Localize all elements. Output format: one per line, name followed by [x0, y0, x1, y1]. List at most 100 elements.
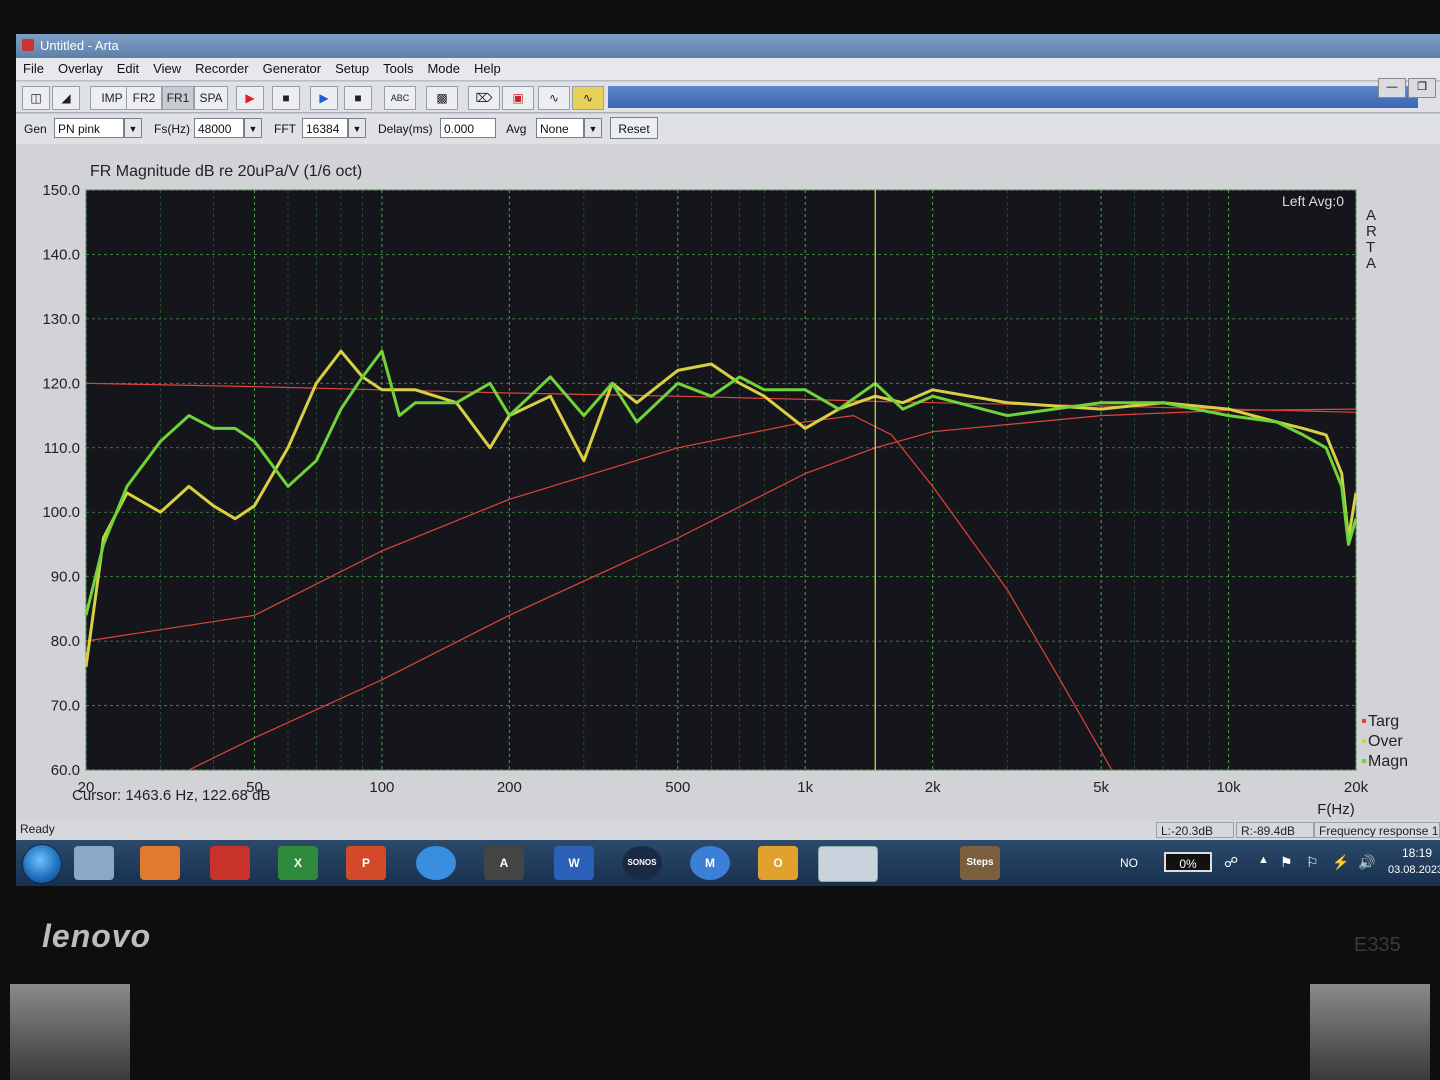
lightning-icon[interactable]: [890, 846, 930, 880]
fr1-mode-button[interactable]: FR1: [162, 86, 194, 110]
word-icon[interactable]: W: [554, 846, 594, 880]
taskbar: X P A W SONOS M O Steps NO 0% ☍ ▲ ⚑ ⚐ ⚡ …: [16, 840, 1440, 886]
m-app-icon[interactable]: M: [690, 846, 730, 880]
steps-icon[interactable]: Steps: [960, 846, 1000, 880]
waveform-icon[interactable]: ∿: [538, 86, 570, 110]
channel-info: Left Avg:0: [1282, 193, 1344, 209]
legend-swatch: [1362, 719, 1366, 723]
y-tick-label: 100.0: [42, 504, 80, 521]
menu-setup[interactable]: Setup: [328, 58, 376, 79]
fr-chart[interactable]: 60.0 70.0 80.0 90.0 100.0 110.0 120.0 130.0 140.…: [16, 144, 1440, 820]
menu-overlay[interactable]: Overlay: [51, 58, 110, 79]
x-tick-label: 100: [369, 779, 394, 796]
excel-icon[interactable]: X: [278, 846, 318, 880]
language-indicator[interactable]: NO: [1120, 856, 1138, 886]
powerpoint-icon[interactable]: P: [346, 846, 386, 880]
app-icon: [22, 39, 34, 51]
power-icon[interactable]: ⚡: [1332, 854, 1349, 886]
status-bar: Ready L:-20.3dB R:-89.4dB Frequency resp…: [16, 820, 1440, 840]
legend-label-over: Over: [1368, 733, 1403, 750]
avg-select[interactable]: None: [536, 118, 584, 138]
fs-dropdown-icon[interactable]: ▼: [244, 118, 262, 138]
flag-icon[interactable]: ⚐: [1306, 854, 1319, 886]
status-right-level: R:-89.4dB: [1236, 822, 1314, 838]
record-icon[interactable]: ▶: [236, 86, 264, 110]
save-icon[interactable]: ◢: [52, 86, 80, 110]
toolbar-strip: [608, 86, 1418, 108]
red-app-icon[interactable]: [210, 846, 250, 880]
legend-label-targ: Targ: [1368, 713, 1399, 730]
volume-icon[interactable]: 🔊: [1358, 854, 1375, 886]
minimize-icon[interactable]: —: [1378, 78, 1406, 98]
play-icon[interactable]: ▶: [310, 86, 338, 110]
oscilloscope-icon[interactable]: ∿: [572, 86, 604, 110]
status-left-level: L:-20.3dB: [1156, 822, 1234, 838]
y-tick-label: 60.0: [51, 762, 80, 779]
screen: Untitled - Arta File Overlay Edit View Recor…: [16, 34, 1440, 886]
fft-select[interactable]: 16384: [302, 118, 348, 138]
menu-mode[interactable]: Mode: [420, 58, 467, 79]
y-tick-label: 140.0: [42, 246, 80, 263]
generator-bar: Gen PN pink ▼ Fs(Hz) 48000 ▼ FFT 16384 ▼…: [16, 114, 1440, 144]
scale-icon[interactable]: ▩: [426, 86, 458, 110]
legend-label-magn: Magn: [1368, 753, 1408, 770]
spa-mode-button[interactable]: SPA: [194, 86, 228, 110]
arta-icon[interactable]: A: [484, 846, 524, 880]
start-icon[interactable]: [22, 844, 62, 884]
clock-date[interactable]: 03.08.2023: [1388, 864, 1440, 886]
y-tick-label: 110.0: [44, 440, 80, 457]
audio-player-icon[interactable]: [416, 846, 456, 880]
network-icon[interactable]: ☍: [1224, 854, 1238, 886]
menu-edit[interactable]: Edit: [110, 58, 146, 79]
y-tick-label: 150.0: [42, 182, 80, 199]
arta-record-icon[interactable]: [818, 846, 878, 882]
abc-icon[interactable]: ABC: [384, 86, 416, 110]
side-label-letter: A: [1366, 255, 1376, 272]
x-tick-label: 5k: [1093, 779, 1109, 796]
side-label-letter: A: [1366, 207, 1376, 224]
menu-help[interactable]: Help: [467, 58, 508, 79]
y-tick-label: 120.0: [42, 375, 80, 392]
avg-label: Avg: [506, 122, 527, 136]
toolbar: ◫ ◢ IMP FR2 FR1 SPA ▶ ■ ▶ ■ ABC ▩ ⌦ ▣ ∿ …: [16, 82, 1440, 113]
y-tick-label: 70.0: [51, 698, 80, 715]
stop-icon[interactable]: ■: [344, 86, 372, 110]
restore-icon[interactable]: ❐: [1408, 78, 1436, 98]
avg-dropdown-icon[interactable]: ▼: [584, 118, 602, 138]
explorer-icon[interactable]: [74, 846, 114, 880]
fs-label: Fs(Hz): [154, 122, 190, 136]
right-hinge: [1310, 984, 1430, 1080]
fr2-mode-button[interactable]: FR2: [126, 86, 162, 110]
menu-tools[interactable]: Tools: [376, 58, 420, 79]
open-icon[interactable]: ◫: [22, 86, 50, 110]
gen-dropdown-icon[interactable]: ▼: [124, 118, 142, 138]
laptop-model-label: E335: [1354, 934, 1401, 956]
gen-select[interactable]: PN pink: [54, 118, 124, 138]
menu-view[interactable]: View: [146, 58, 188, 79]
gen-label: Gen: [24, 122, 47, 136]
y-tick-label: 90.0: [51, 569, 80, 586]
cursor-label: Cursor: 1463.6 Hz, 122.68 dB: [72, 787, 270, 804]
window-controls: — ❐: [1378, 78, 1436, 98]
y-tick-label: 130.0: [42, 311, 80, 328]
stop-record-icon[interactable]: ■: [272, 86, 300, 110]
graph-window: 60.0 70.0 80.0 90.0 100.0 110.0 120.0 130.0 140.…: [16, 144, 1440, 820]
reset-button[interactable]: Reset: [610, 117, 658, 139]
fs-select[interactable]: 48000: [194, 118, 244, 138]
spectrum-icon[interactable]: ▣: [502, 86, 534, 110]
x-tick-label: 200: [497, 779, 522, 796]
media-player-icon[interactable]: [140, 846, 180, 880]
delay-field[interactable]: 0.000: [440, 118, 496, 138]
plot-area: [85, 189, 1357, 771]
action-center-icon[interactable]: ⚑: [1280, 854, 1293, 886]
menu-generator[interactable]: Generator: [256, 58, 329, 79]
battery-icon[interactable]: 0%: [1164, 852, 1212, 872]
window-title: Untitled - Arta: [40, 38, 119, 53]
menu-recorder[interactable]: Recorder: [188, 58, 255, 79]
menu-file[interactable]: File: [16, 58, 51, 79]
fft-dropdown-icon[interactable]: ▼: [348, 118, 366, 138]
sonos-icon[interactable]: SONOS: [622, 846, 662, 880]
outlook-icon[interactable]: O: [758, 846, 798, 880]
probe-icon[interactable]: ⌦: [468, 86, 500, 110]
tray-expand-icon[interactable]: ▲: [1258, 854, 1269, 886]
